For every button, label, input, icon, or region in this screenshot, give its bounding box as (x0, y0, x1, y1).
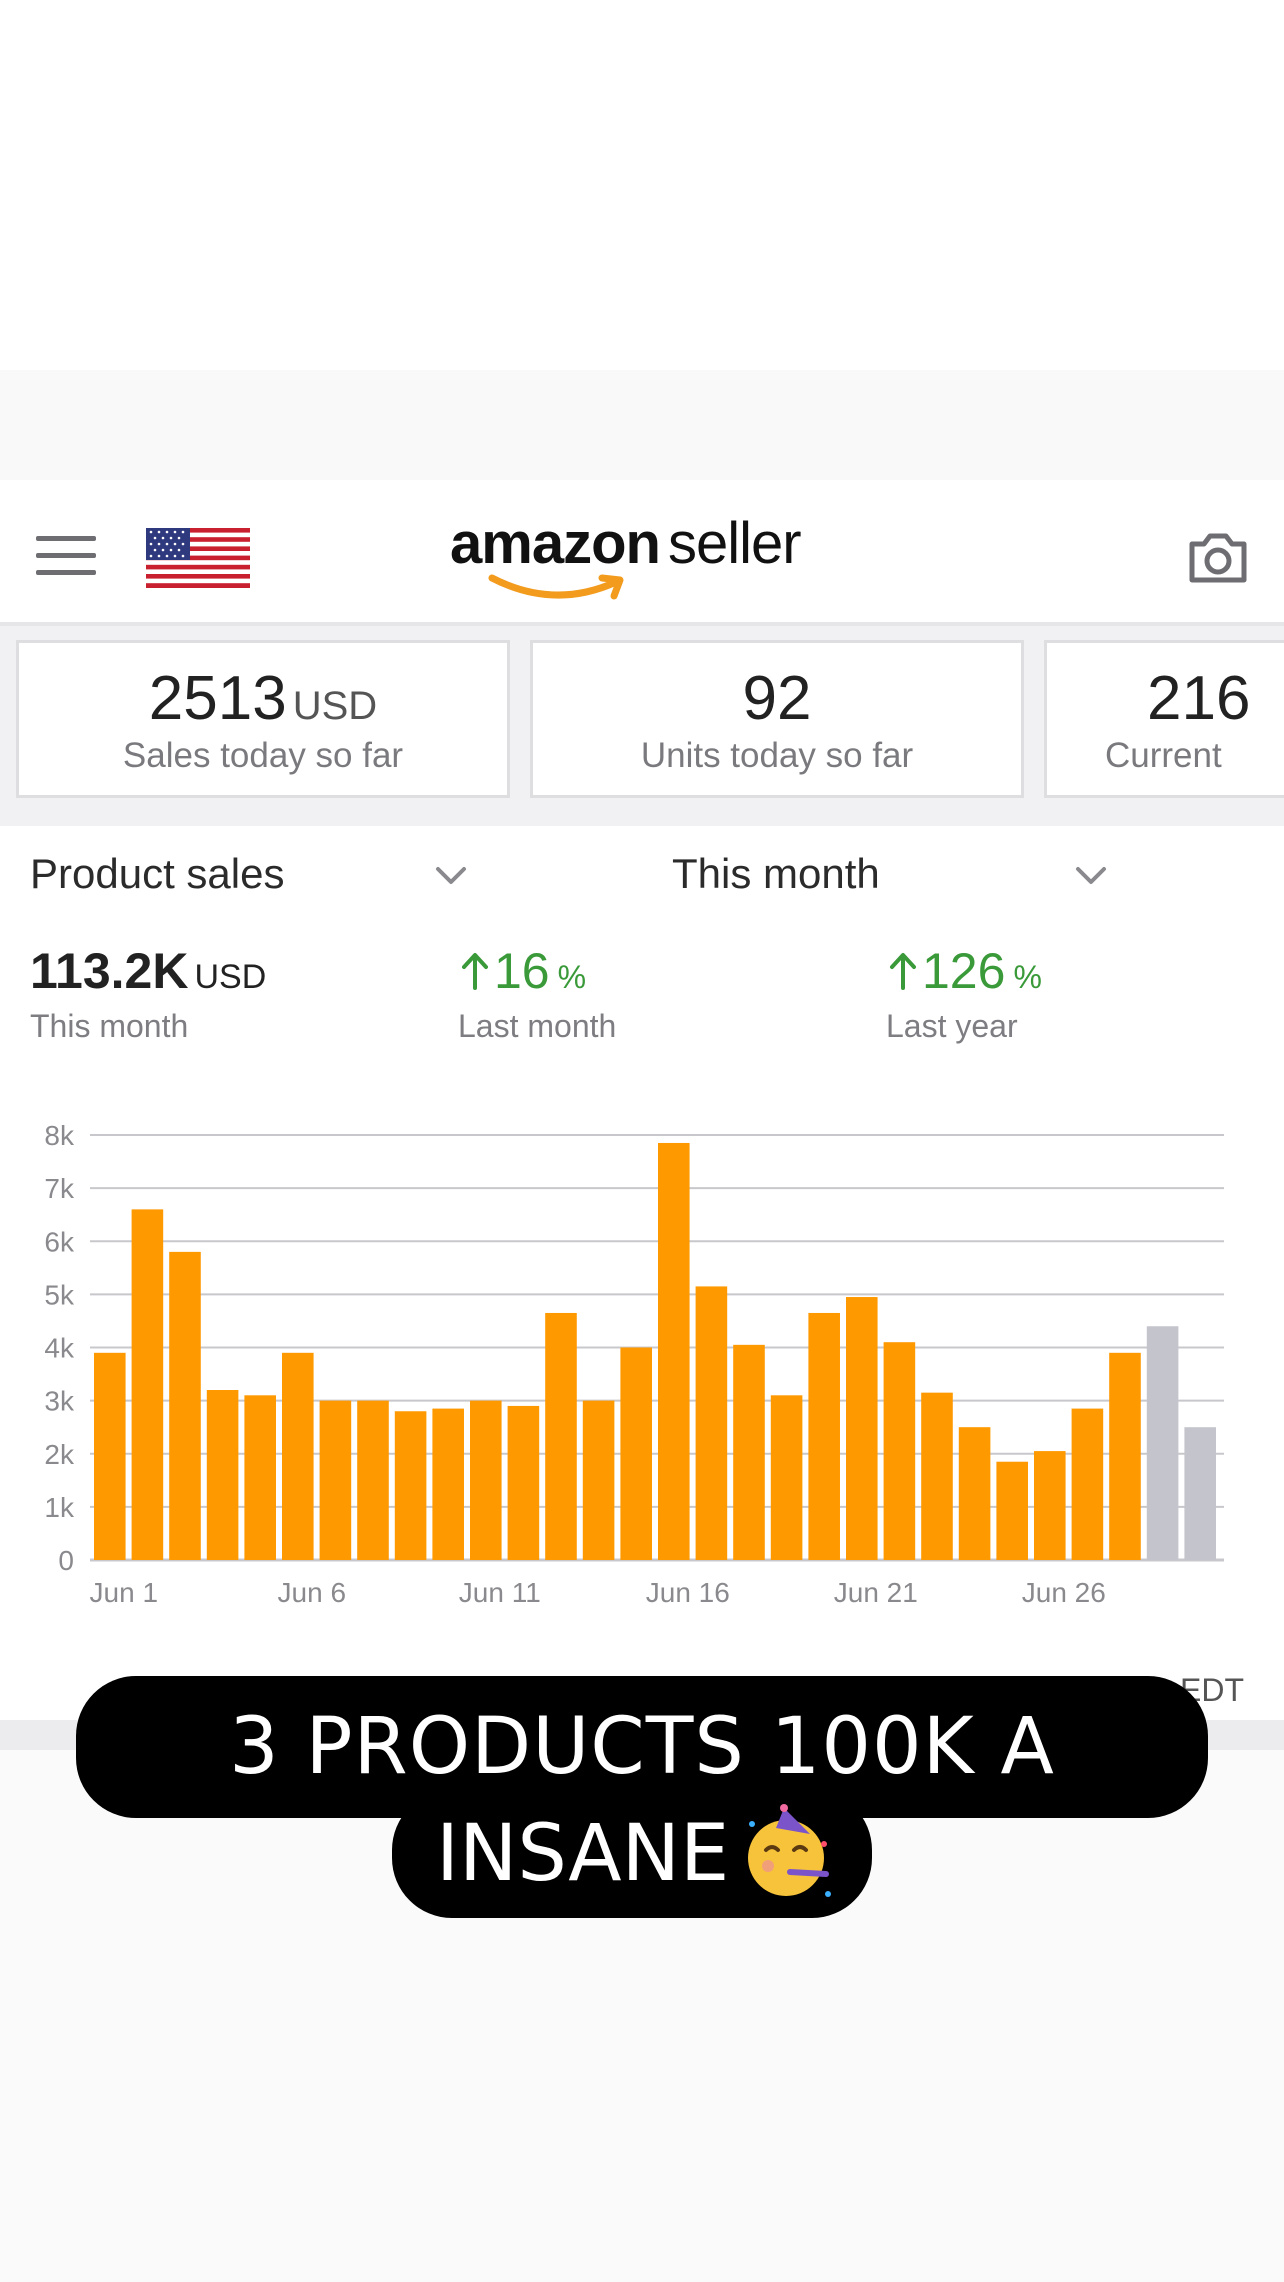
partying-face-icon (748, 1804, 831, 1897)
chart-bar[interactable] (319, 1400, 352, 1560)
chart-bar[interactable] (921, 1392, 953, 1560)
sales-today-value: 2513 (148, 664, 287, 733)
camera-icon[interactable] (1186, 528, 1250, 588)
amazon-seller-logo: amazon seller (450, 510, 850, 610)
chart-bar[interactable] (394, 1411, 427, 1560)
sales-today-unit: USD (292, 684, 378, 728)
brand-seller: seller (667, 511, 802, 576)
x-tick-label: Jun 1 (90, 1577, 159, 1608)
y-tick-label: 6k (44, 1226, 75, 1257)
chart-bar[interactable] (620, 1347, 652, 1561)
metric-dropdown[interactable]: Product sales (30, 850, 284, 898)
card-value: 92 (533, 663, 1021, 734)
chart-bar[interactable] (545, 1312, 577, 1560)
chart-bar[interactable] (1184, 1427, 1216, 1560)
sales-today-label: Sales today so far (122, 736, 404, 775)
chevron-down-icon[interactable] (434, 863, 468, 887)
x-tick-label: Jun 11 (459, 1577, 541, 1608)
chart-bar[interactable] (846, 1297, 878, 1560)
us-flag-icon[interactable] (146, 528, 250, 588)
units-today-card[interactable]: 92 Units today so far (530, 640, 1024, 798)
last-year-label: Last year (886, 1008, 1018, 1044)
chart-bar[interactable] (169, 1251, 201, 1560)
y-tick-label: 4k (44, 1333, 75, 1364)
caption-line-2-text: INSANE (436, 1809, 730, 1899)
chart-bar[interactable] (658, 1142, 690, 1560)
last-year-value: 126 (922, 943, 1006, 999)
y-tick-label: 3k (44, 1386, 75, 1417)
caption-line-2: INSANE (392, 1790, 872, 1918)
chart-bar[interactable] (1034, 1451, 1066, 1560)
x-tick-label: Jun 6 (278, 1577, 347, 1608)
chart-bar[interactable] (244, 1395, 276, 1560)
chart-bar[interactable] (206, 1390, 239, 1560)
current-card[interactable]: 216 Current (1044, 640, 1284, 798)
chart-bar[interactable] (357, 1400, 389, 1560)
sales-today-card[interactable]: 2513 USD Sales today so far (16, 640, 510, 798)
chevron-down-icon[interactable] (1074, 863, 1108, 887)
chart-bar[interactable] (958, 1427, 991, 1560)
y-tick-label: 5k (44, 1279, 75, 1310)
chart-bar[interactable] (1109, 1352, 1141, 1560)
last-month-change: 16% (460, 942, 586, 1000)
total-value: 113.2K (30, 943, 189, 999)
card-value: 2513 USD (19, 663, 507, 734)
amazon-smile-icon (488, 574, 624, 600)
current-label: Current (1105, 736, 1222, 775)
units-today-label: Units today so far (640, 736, 914, 775)
sales-bar-chart[interactable]: 0 1k 2k 3k 4k 5k 6k 7k 8k Jun 1 Jun 6 Jun 11 Jun 16 J… (0, 1100, 1284, 1660)
chart-bar[interactable] (733, 1344, 765, 1560)
seller-app: amazon seller 2513 USD Sales today so far … (0, 480, 1284, 1720)
chart-bar[interactable] (94, 1352, 126, 1560)
y-tick-label: 0 (58, 1545, 74, 1576)
chart-bar[interactable] (770, 1395, 803, 1560)
last-month-unit: % (557, 959, 587, 995)
last-year-unit: % (1013, 959, 1042, 995)
this-month-total: 113.2K USD (30, 942, 266, 1000)
arrow-up-icon (462, 953, 488, 990)
period-dropdown[interactable]: This month (672, 850, 880, 898)
chart-bar[interactable] (996, 1461, 1028, 1560)
last-month-value: 16 (494, 943, 550, 999)
this-month-label: This month (30, 1008, 189, 1044)
card-value: 216 (1147, 663, 1284, 734)
x-tick-label: Jun 26 (1022, 1577, 1106, 1608)
chart-bar[interactable] (432, 1408, 464, 1560)
chart-bar[interactable] (131, 1209, 164, 1560)
y-tick-label: 7k (44, 1173, 75, 1204)
chart-bar[interactable] (470, 1400, 502, 1560)
current-value: 216 (1147, 664, 1251, 733)
chart-bar[interactable] (883, 1342, 916, 1560)
top-gap (0, 370, 1284, 480)
app-header: amazon seller (0, 480, 1284, 626)
x-tick-label: Jun 21 (834, 1577, 918, 1608)
chart-bar[interactable] (507, 1405, 540, 1560)
y-tick-label: 2k (44, 1439, 75, 1470)
chart-bar[interactable] (582, 1400, 615, 1560)
chart-bar[interactable] (282, 1352, 314, 1560)
metric-cards[interactable]: 2513 USD Sales today so far 92 Units toda… (0, 626, 1284, 826)
brand-amazon: amazon (450, 511, 661, 576)
chart-bar[interactable] (1146, 1326, 1179, 1560)
y-tick-label: 8k (44, 1120, 75, 1151)
chart-bar[interactable] (1071, 1408, 1104, 1560)
arrow-up-icon (890, 953, 916, 990)
x-tick-label: Jun 16 (646, 1577, 730, 1608)
last-month-label: Last month (458, 1008, 617, 1044)
top-blank-area (0, 0, 1284, 370)
chart-bar[interactable] (695, 1286, 728, 1560)
hamburger-menu-icon[interactable] (36, 536, 96, 576)
last-year-change: 126% (888, 942, 1042, 1000)
units-today-value: 92 (742, 664, 812, 733)
y-tick-label: 1k (44, 1492, 75, 1523)
chart-bar[interactable] (808, 1312, 840, 1560)
total-unit: USD (194, 958, 267, 996)
